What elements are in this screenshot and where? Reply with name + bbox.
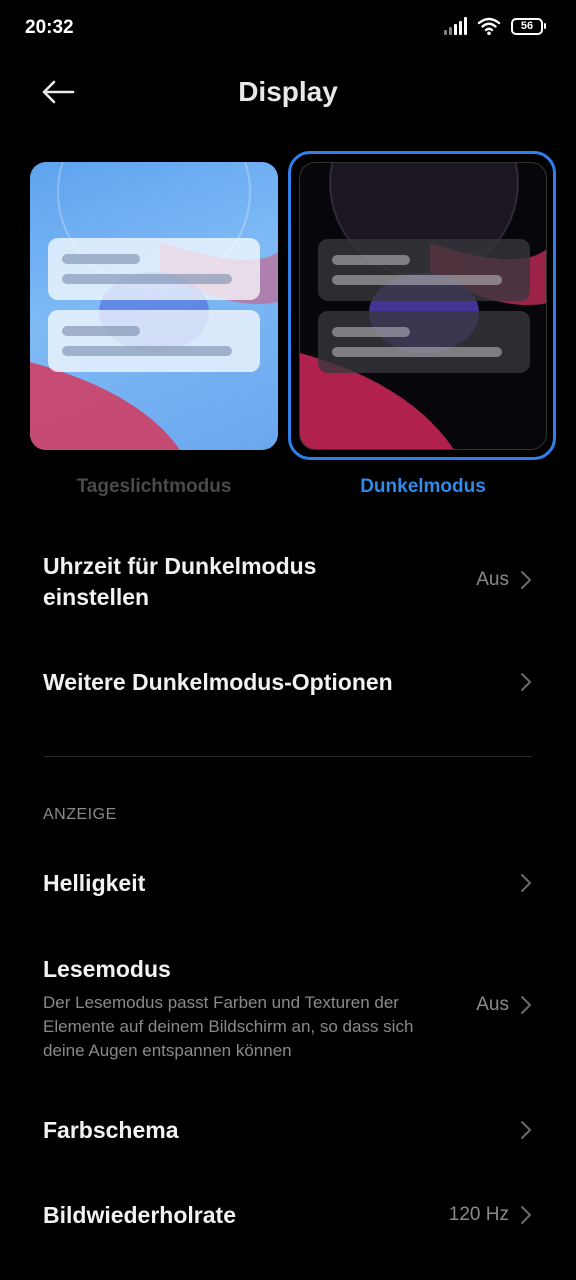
- status-icons: 56: [444, 16, 546, 36]
- wifi-icon: [477, 17, 501, 36]
- dark-schedule-title: Uhrzeit für Dunkelmodus einstellen: [43, 553, 317, 610]
- chevron-right-icon: [521, 571, 531, 589]
- dark-wallpaper: [300, 163, 546, 449]
- more-dark-options-row[interactable]: Weitere Dunkelmodus-Optionen: [43, 667, 533, 701]
- signal-icon: [444, 17, 467, 35]
- divider: [43, 756, 533, 757]
- brightness-row[interactable]: Helligkeit: [43, 868, 533, 902]
- chevron-right-icon: [521, 996, 531, 1014]
- light-mode-preview[interactable]: [30, 162, 278, 450]
- header: Display: [0, 58, 576, 128]
- light-wallpaper: [30, 162, 278, 450]
- dark-schedule-value: Aus: [476, 569, 509, 590]
- preview-row: [318, 239, 530, 301]
- reading-mode-title: Lesemodus: [43, 956, 171, 982]
- light-mode-label[interactable]: Tageslichtmodus: [30, 476, 278, 498]
- page-title: Display: [238, 76, 338, 107]
- reading-mode-value: Aus: [476, 994, 509, 1015]
- refresh-rate-value: 120 Hz: [448, 1204, 509, 1225]
- preview-row: [48, 310, 260, 372]
- refresh-rate-row[interactable]: Bildwiederholrate 120 Hz: [43, 1200, 533, 1234]
- chevron-right-icon: [521, 1206, 531, 1224]
- battery-level: 56: [520, 20, 534, 32]
- reading-mode-description: Der Lesemodus passt Farben und Texturen …: [43, 993, 414, 1060]
- battery-icon: 56: [511, 17, 546, 35]
- status-time: 20:32: [25, 17, 74, 38]
- chevron-right-icon: [521, 673, 531, 691]
- color-scheme-row[interactable]: Farbschema: [43, 1115, 533, 1149]
- dark-mode-label[interactable]: Dunkelmodus: [299, 476, 547, 498]
- brightness-title: Helligkeit: [43, 870, 146, 896]
- dark-mode-preview[interactable]: [299, 162, 547, 450]
- preview-row: [318, 311, 530, 373]
- status-bar: 20:32 56: [0, 0, 576, 58]
- color-scheme-title: Farbschema: [43, 1117, 179, 1143]
- chevron-right-icon: [521, 874, 531, 892]
- preview-row: [48, 238, 260, 300]
- dark-schedule-row[interactable]: Uhrzeit für Dunkelmodus einstellen Aus: [43, 551, 533, 615]
- chevron-right-icon: [521, 1121, 531, 1139]
- section-header-display: ANZEIGE: [43, 806, 117, 823]
- more-dark-options-title: Weitere Dunkelmodus-Optionen: [43, 669, 393, 695]
- reading-mode-row[interactable]: Lesemodus Der Lesemodus passt Farben und…: [43, 954, 533, 1064]
